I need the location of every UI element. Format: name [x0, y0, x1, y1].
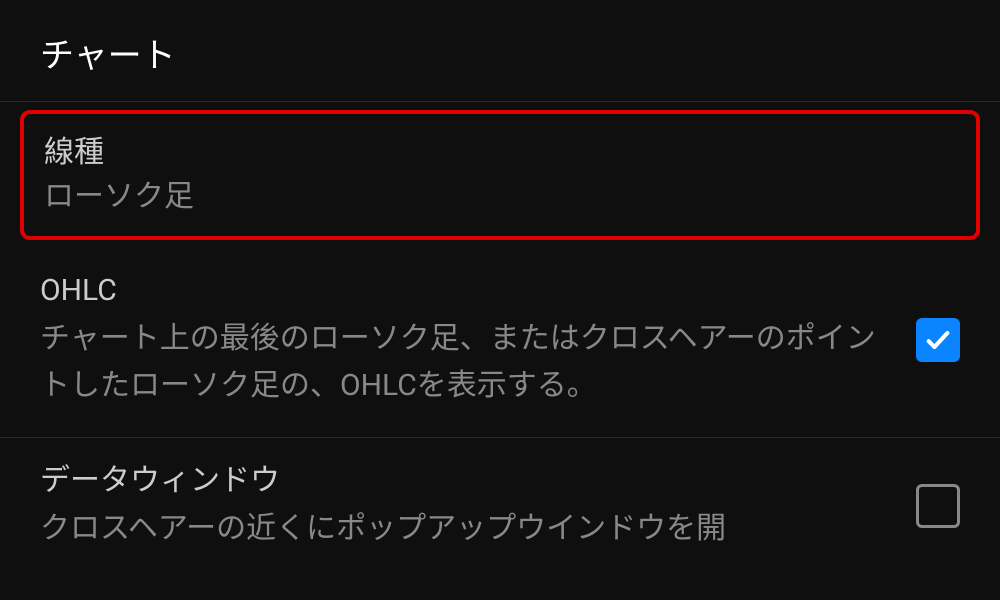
- data-window-description: クロスヘアーの近くにポップアップウインドウを開: [40, 506, 892, 553]
- chart-settings-panel: チャート 線種 ローソク足 OHLC チャート上の最後のローソク足、またはクロス…: [0, 0, 1000, 553]
- ohlc-content: OHLC チャート上の最後のローソク足、またはクロスヘアーのポイントしたローソク…: [40, 270, 916, 409]
- line-type-title: 線種: [44, 132, 956, 174]
- data-window-setting[interactable]: データウィンドウ クロスヘアーの近くにポップアップウインドウを開: [0, 438, 1000, 553]
- ohlc-description: チャート上の最後のローソク足、またはクロスヘアーのポイントしたローソク足の、OH…: [40, 316, 892, 409]
- line-type-value: ローソク足: [44, 176, 956, 218]
- ohlc-setting[interactable]: OHLC チャート上の最後のローソク足、またはクロスヘアーのポイントしたローソク…: [0, 248, 1000, 438]
- ohlc-title: OHLC: [40, 270, 892, 312]
- data-window-content: データウィンドウ クロスヘアーの近くにポップアップウインドウを開: [40, 460, 916, 553]
- data-window-checkbox[interactable]: [916, 484, 960, 528]
- check-icon: [924, 326, 952, 354]
- section-header: チャート: [0, 0, 1000, 102]
- settings-list: 線種 ローソク足 OHLC チャート上の最後のローソク足、またはクロスヘアーのポ…: [0, 110, 1000, 553]
- data-window-title: データウィンドウ: [40, 460, 892, 502]
- ohlc-checkbox[interactable]: [916, 318, 960, 362]
- line-type-setting[interactable]: 線種 ローソク足: [20, 110, 980, 240]
